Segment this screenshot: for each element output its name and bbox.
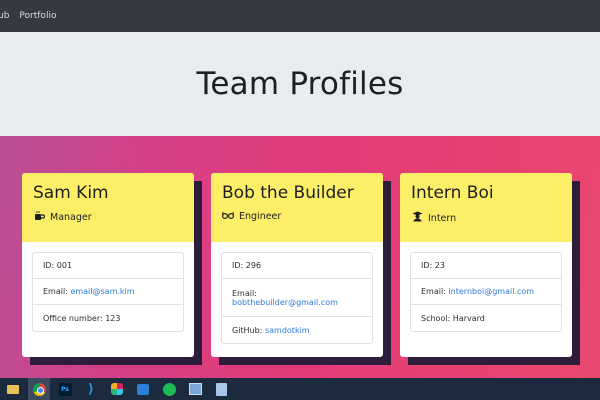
app-icon[interactable] (132, 378, 154, 400)
info-list: ID: 23 Email: internboi@gmail.com School… (410, 252, 562, 332)
school-value: Harvard (452, 313, 485, 323)
employee-name: Bob the Builder (222, 183, 354, 203)
taskbar: Ps ⟩ (0, 378, 600, 400)
id-label: ID: (232, 261, 246, 270)
list-item-email: Email: bobthebuilder@gmail.com (222, 279, 372, 317)
vscode-icon[interactable]: ⟩ (80, 378, 102, 400)
list-item-email: Email: internboi@gmail.com (411, 279, 561, 305)
card-header: Bob the Builder Engineer (211, 173, 383, 242)
id-value: 296 (245, 261, 262, 270)
coffee-mug-icon (33, 211, 45, 224)
school-label: School: (421, 313, 453, 323)
office-value: 123 (105, 313, 121, 323)
list-item-id: ID: 296 (222, 253, 372, 279)
id-label: ID: (421, 261, 435, 270)
list-item-office: Office number: 123 (33, 305, 183, 331)
github-label: GitHub: (232, 325, 265, 335)
profile-card-engineer: Bob the Builder Engineer ID: 296 Email: … (211, 173, 391, 365)
role-label: Manager (50, 212, 92, 223)
page-header: Team Profiles (0, 32, 600, 136)
employee-role: Manager (33, 211, 194, 224)
profile-card-intern: Intern Boi Intern ID: 23 Email: internbo… (400, 173, 580, 365)
card-header: Sam Kim Manager (22, 173, 194, 242)
employee-role: Engineer (221, 211, 383, 222)
email-link[interactable]: bobthebuilder@gmail.com (232, 298, 338, 307)
employee-name: Intern Boi (411, 183, 494, 203)
employee-name: Sam Kim (33, 183, 109, 203)
card-body: ID: 23 Email: internboi@gmail.com School… (400, 242, 572, 332)
info-list: ID: 001 Email: email@sam.kim Office numb… (32, 252, 184, 332)
card-header: Intern Boi Intern (400, 173, 572, 242)
spotify-icon[interactable] (158, 378, 180, 400)
id-value: 001 (56, 261, 73, 270)
email-label: Email: (421, 287, 449, 296)
email-link[interactable]: internboi@gmail.com (448, 287, 534, 296)
navbar: ub Portfolio (0, 0, 600, 32)
card-body: ID: 001 Email: email@sam.kim Office numb… (22, 242, 194, 332)
list-item-email: Email: email@sam.kim (33, 279, 183, 305)
info-list: ID: 296 Email: bobthebuilder@gmail.com G… (221, 252, 373, 344)
file-explorer-icon[interactable] (2, 378, 24, 400)
card: Sam Kim Manager ID: 001 Email: email@sam… (22, 173, 194, 357)
email-link[interactable]: email@sam.kim (70, 287, 134, 296)
card: Bob the Builder Engineer ID: 296 Email: … (211, 173, 383, 357)
card: Intern Boi Intern ID: 23 Email: internbo… (400, 173, 572, 357)
id-label: ID: (43, 261, 57, 270)
chrome-icon[interactable] (28, 378, 50, 400)
list-item-github: GitHub: samdotkim (222, 317, 372, 343)
profile-card-manager: Sam Kim Manager ID: 001 Email: email@sam… (22, 173, 202, 365)
nav-link-portfolio[interactable]: Portfolio (19, 11, 56, 21)
employee-role: Intern (411, 211, 572, 225)
role-label: Engineer (239, 211, 282, 222)
card-body: ID: 296 Email: bobthebuilder@gmail.com G… (211, 242, 383, 344)
document-icon[interactable] (210, 378, 232, 400)
graduate-icon (411, 211, 423, 225)
github-link[interactable]: samdotkim (265, 326, 310, 335)
photoshop-icon[interactable]: Ps (54, 378, 76, 400)
glasses-icon (221, 211, 235, 222)
nav-link-github[interactable]: ub (0, 11, 9, 21)
email-label: Email: (232, 288, 257, 298)
list-item-school: School: Harvard (411, 305, 561, 331)
role-label: Intern (428, 212, 457, 224)
list-item-id: ID: 23 (411, 253, 561, 279)
office-label: Office number: (43, 313, 106, 323)
list-item-id: ID: 001 (33, 253, 183, 279)
email-label: Email: (43, 287, 71, 296)
page-title: Team Profiles (196, 66, 404, 102)
slack-icon[interactable] (106, 378, 128, 400)
window-icon[interactable] (184, 378, 206, 400)
id-value: 23 (434, 261, 445, 270)
